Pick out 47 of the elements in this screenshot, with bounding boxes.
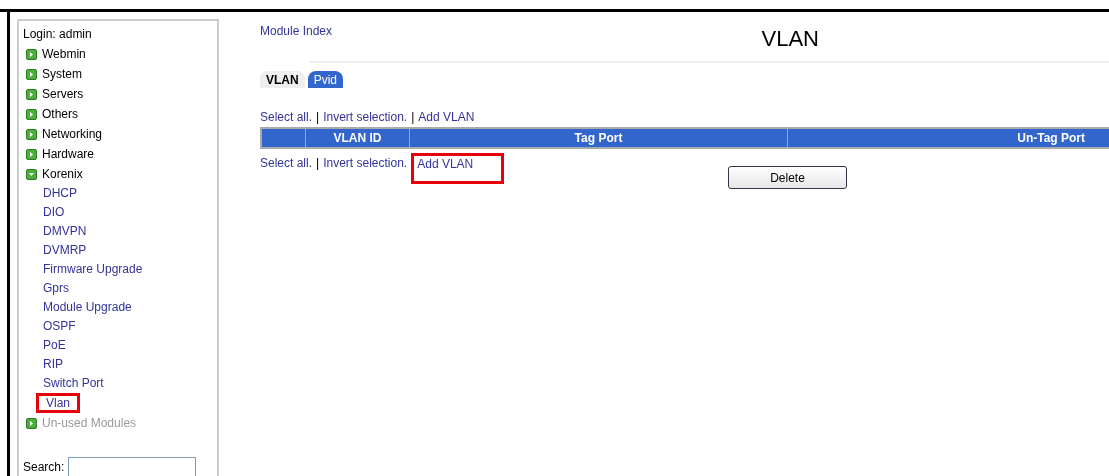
module-link[interactable]: OSPF (43, 317, 76, 336)
module-link[interactable]: Firmware Upgrade (43, 260, 143, 279)
collapsed-icon[interactable] (26, 128, 37, 140)
module-link[interactable]: Module Upgrade (43, 298, 132, 317)
module-link[interactable]: DIO (43, 203, 65, 222)
collapsed-icon[interactable] (26, 108, 37, 120)
module-link[interactable]: RIP (43, 355, 63, 374)
collapsed-icon[interactable] (26, 417, 37, 429)
separator: | (316, 156, 320, 170)
highlighted-link[interactable]: Add VLAN (411, 152, 505, 184)
expanded-icon[interactable] (26, 168, 37, 180)
module-link[interactable]: DVMRP (43, 241, 87, 260)
highlighted-module-link[interactable]: Vlan (36, 393, 81, 413)
module-link[interactable]: PoE (43, 336, 66, 355)
search-field[interactable] (68, 457, 197, 476)
collapsed-icon[interactable] (26, 48, 37, 60)
module-index-link[interactable]: Module Index (260, 24, 333, 38)
category-item[interactable]: Hardware (23, 144, 217, 164)
collapsed-icon[interactable] (26, 68, 37, 80)
module-link[interactable]: DMVPN (43, 222, 87, 241)
module-link[interactable]: Switch Port (43, 374, 104, 393)
login-label: Login: admin (23, 26, 93, 43)
column-header: Un-Tag Port (787, 129, 1109, 147)
delete-button[interactable]: Delete (728, 166, 847, 189)
tab[interactable]: VLAN (260, 71, 305, 88)
link[interactable]: Invert selection. (323, 110, 408, 124)
category-item[interactable]: System (23, 64, 217, 84)
module-link[interactable]: DHCP (43, 184, 77, 203)
search-label: Search: (23, 459, 65, 476)
link[interactable]: Select all. (260, 156, 313, 170)
page-title: VLAN (761, 26, 819, 52)
category-item[interactable]: Others (23, 104, 217, 124)
link[interactable]: Invert selection. (323, 156, 408, 170)
module-link[interactable]: Gprs (43, 279, 69, 298)
link[interactable]: Select all. (260, 110, 313, 124)
category-item[interactable]: Korenix (23, 164, 217, 184)
collapsed-icon[interactable] (26, 88, 37, 100)
tab[interactable]: Pvid (307, 71, 343, 88)
column-header: VLAN ID (305, 129, 409, 147)
category-item[interactable]: Servers (23, 84, 217, 104)
link[interactable]: Add VLAN (418, 110, 475, 124)
category-item[interactable]: Networking (23, 124, 217, 144)
category-item[interactable]: Webmin (23, 44, 217, 64)
separator: | (411, 110, 415, 124)
column-header: Tag Port (409, 129, 787, 147)
separator: | (316, 110, 320, 124)
collapsed-icon[interactable] (26, 148, 37, 160)
